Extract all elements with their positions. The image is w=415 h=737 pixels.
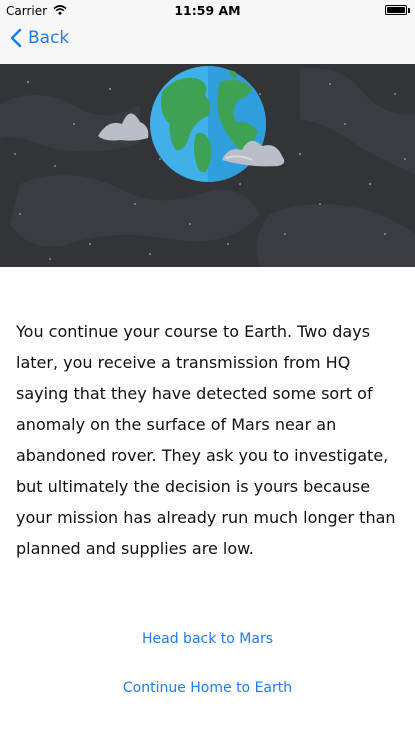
choice-head-back-to-mars-button[interactable]: Head back to Mars bbox=[0, 631, 415, 647]
choice-continue-home-to-earth-button[interactable]: Continue Home to Earth bbox=[0, 680, 415, 696]
navigation-bar: Carrier 11:59 AM Back bbox=[0, 0, 415, 64]
battery-tip bbox=[408, 8, 410, 13]
status-bar: Carrier 11:59 AM bbox=[0, 0, 415, 22]
chevron-left-icon bbox=[10, 28, 22, 48]
earth-illustration bbox=[0, 64, 415, 267]
back-button[interactable]: Back bbox=[10, 28, 69, 48]
battery-icon bbox=[385, 5, 407, 15]
clock: 11:59 AM bbox=[174, 3, 241, 18]
story-screen: Carrier 11:59 AM Back You continue your … bbox=[0, 0, 415, 737]
story-text: You continue your course to Earth. Two d… bbox=[16, 322, 396, 558]
battery-level bbox=[387, 7, 405, 13]
back-label: Back bbox=[28, 28, 70, 48]
